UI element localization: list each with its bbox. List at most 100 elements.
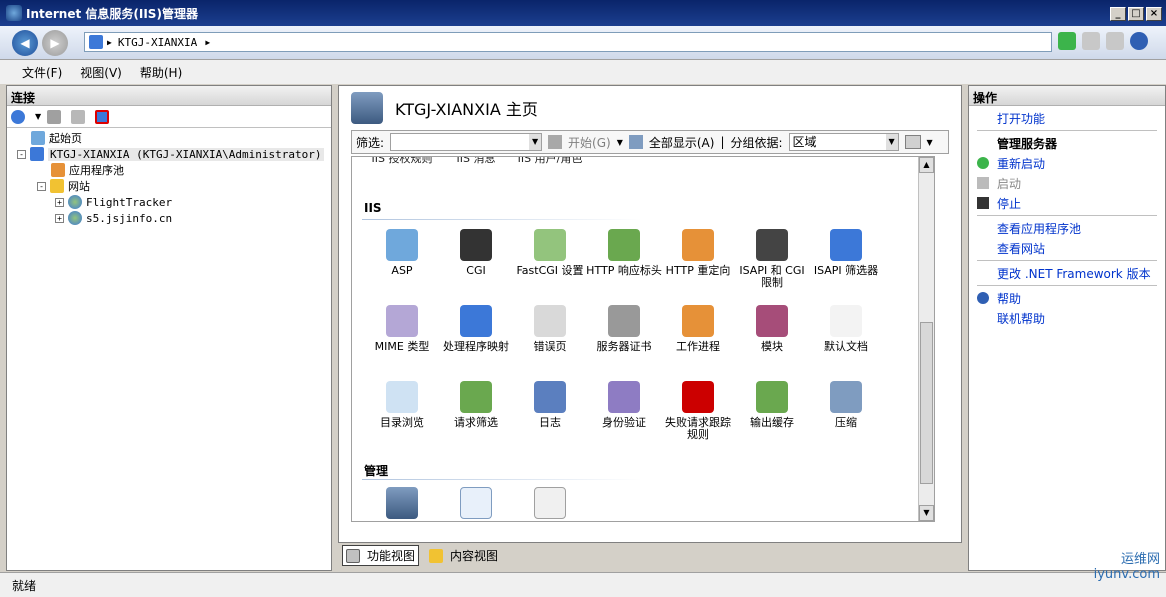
feature-item[interactable]: 目录浏览 bbox=[364, 381, 440, 429]
feature-item[interactable]: 默认文档 bbox=[808, 305, 884, 353]
feature-item-management[interactable] bbox=[438, 487, 514, 521]
connections-tree: 起始页 - KTGJ-XIANXIA (KTGJ-XIANXIA\Adminis… bbox=[7, 128, 331, 228]
tree-label: KTGJ-XIANXIA (KTGJ-XIANXIA\Administrator… bbox=[48, 147, 324, 161]
menu-file[interactable]: 文件(F) bbox=[22, 64, 62, 81]
feature-item[interactable]: 日志 bbox=[512, 381, 588, 429]
feature-item[interactable]: 工作进程 bbox=[660, 305, 736, 353]
tree-item-server[interactable]: - KTGJ-XIANXIA (KTGJ-XIANXIA\Administrat… bbox=[7, 146, 331, 162]
feature-item[interactable]: 身份验证 bbox=[586, 381, 662, 429]
close-button[interactable]: × bbox=[1146, 7, 1162, 21]
action-link[interactable]: 查看网站 bbox=[969, 238, 1165, 258]
connect-icon[interactable] bbox=[11, 109, 25, 124]
expand-icon[interactable]: + bbox=[55, 213, 64, 223]
tab-content-view[interactable]: 内容视图 bbox=[425, 545, 502, 566]
minimize-button[interactable]: _ bbox=[1110, 7, 1126, 21]
status-text: 就绪 bbox=[12, 579, 37, 593]
address-bar[interactable]: ▶ KTGJ-XIANXIA ▶ bbox=[84, 32, 1052, 52]
menu-view[interactable]: 视图(V) bbox=[80, 64, 122, 81]
feature-label: 目录浏览 bbox=[380, 416, 424, 429]
filter-input[interactable]: ▼ bbox=[390, 133, 543, 151]
action-link[interactable]: 打开功能 bbox=[969, 108, 1165, 128]
start-filter-button[interactable]: 开始(G) bbox=[568, 134, 611, 151]
feature-item-partial[interactable]: IIS 用户/角色 bbox=[512, 157, 588, 165]
feature-icon bbox=[386, 229, 418, 261]
save-icon[interactable] bbox=[47, 109, 62, 124]
actions-separator bbox=[977, 130, 1157, 131]
feature-item[interactable]: ISAPI 和 CGI 限制 bbox=[734, 229, 810, 289]
show-all-icon[interactable] bbox=[628, 135, 643, 149]
maximize-button[interactable]: □ bbox=[1128, 7, 1144, 21]
feature-item[interactable]: CGI bbox=[438, 229, 514, 277]
action-link[interactable]: 停止 bbox=[969, 193, 1165, 213]
feature-item[interactable]: MIME 类型 bbox=[364, 305, 440, 353]
tree-item-start-page[interactable]: 起始页 bbox=[7, 130, 331, 146]
action-link[interactable]: 启动 bbox=[969, 173, 1165, 193]
help-menu-icon[interactable] bbox=[1130, 32, 1148, 50]
tree-label: 网站 bbox=[68, 180, 90, 193]
action-link[interactable]: 更改 .NET Framework 版本 bbox=[969, 263, 1165, 283]
dropdown-arrow-icon[interactable]: ▼ bbox=[927, 138, 933, 147]
feature-item[interactable]: HTTP 重定向 bbox=[660, 229, 736, 277]
feature-item[interactable]: ASP bbox=[364, 229, 440, 277]
scroll-thumb[interactable] bbox=[920, 322, 933, 484]
go-icon[interactable] bbox=[548, 135, 563, 149]
section-management-title: 管理 bbox=[364, 464, 389, 478]
show-all-button[interactable]: 全部显示(A) bbox=[649, 134, 715, 151]
action-link[interactable]: 重新启动 bbox=[969, 153, 1165, 173]
forward-button[interactable]: ▶ bbox=[42, 30, 68, 56]
stop-nav-icon[interactable] bbox=[1082, 32, 1100, 50]
expand-icon[interactable]: + bbox=[55, 197, 64, 207]
feature-item[interactable]: 错误页 bbox=[512, 305, 588, 353]
feature-item[interactable]: 请求筛选 bbox=[438, 381, 514, 429]
tab-features-view[interactable]: 功能视图 bbox=[342, 545, 420, 566]
filter-label: 筛选: bbox=[356, 135, 385, 150]
feature-label: ISAPI 和 CGI 限制 bbox=[739, 264, 805, 289]
feature-item[interactable]: FastCGI 设置 bbox=[512, 229, 588, 277]
tree-item-sites[interactable]: - 网站 bbox=[7, 178, 331, 194]
tree-item-app-pools[interactable]: 应用程序池 bbox=[7, 162, 331, 178]
feature-item[interactable]: 输出缓存 bbox=[734, 381, 810, 429]
feature-item-management[interactable] bbox=[364, 487, 440, 521]
groupby-select[interactable]: 区域 ▼ bbox=[788, 133, 899, 151]
address-segment[interactable]: KTGJ-XIANXIA bbox=[118, 36, 197, 49]
vertical-scrollbar[interactable]: ▲ ▼ bbox=[918, 157, 934, 521]
dropdown-arrow-icon[interactable]: ▼ bbox=[529, 134, 542, 150]
action-link[interactable]: 查看应用程序池 bbox=[969, 218, 1165, 238]
collapse-icon[interactable]: - bbox=[37, 181, 46, 191]
scroll-down-icon[interactable]: ▼ bbox=[919, 505, 934, 521]
address-segment-chevron-icon[interactable]: ▶ bbox=[205, 38, 210, 47]
scroll-up-icon[interactable]: ▲ bbox=[919, 157, 934, 173]
feature-item[interactable]: ISAPI 筛选器 bbox=[808, 229, 884, 277]
action-link[interactable]: 联机帮助 bbox=[969, 308, 1165, 328]
disconnect-icon[interactable] bbox=[95, 109, 110, 124]
content-view-icon bbox=[429, 548, 444, 563]
feature-item[interactable]: 失败请求跟踪规则 bbox=[660, 381, 736, 441]
refresh-icon[interactable] bbox=[1058, 32, 1076, 50]
up-icon[interactable] bbox=[71, 109, 86, 124]
feature-item[interactable]: 服务器证书 bbox=[586, 305, 662, 353]
dropdown-arrow-icon[interactable]: ▼ bbox=[617, 138, 623, 147]
action-label: 停止 bbox=[997, 196, 1022, 211]
feature-item-management[interactable] bbox=[512, 487, 588, 521]
dropdown-arrow-icon[interactable]: ▼ bbox=[885, 134, 898, 150]
feature-item-partial[interactable]: IIS 消息 bbox=[438, 157, 514, 165]
tree-item-site[interactable]: + FlightTracker bbox=[7, 194, 331, 210]
feature-item[interactable]: HTTP 响应标头 bbox=[586, 229, 662, 277]
back-button[interactable]: ◀ bbox=[12, 30, 38, 56]
home-icon[interactable] bbox=[1106, 32, 1124, 50]
feature-label: CGI bbox=[466, 264, 486, 277]
feature-item-partial[interactable]: IIS 授权规则 bbox=[364, 157, 440, 165]
stop-icon bbox=[977, 197, 989, 209]
dropdown-arrow-icon[interactable]: ▼ bbox=[35, 112, 41, 121]
action-link[interactable]: 帮助 bbox=[969, 288, 1165, 308]
feature-item[interactable]: 压缩 bbox=[808, 381, 884, 429]
tree-item-site[interactable]: + s5.jsjinfo.cn bbox=[7, 210, 331, 226]
feature-item[interactable]: 处理程序映射 bbox=[438, 305, 514, 353]
collapse-icon[interactable]: - bbox=[17, 149, 26, 159]
menu-help[interactable]: 帮助(H) bbox=[140, 64, 182, 81]
connections-title: 连接 bbox=[7, 86, 331, 106]
feature-item[interactable]: 模块 bbox=[734, 305, 810, 353]
server-large-icon bbox=[351, 92, 383, 124]
view-mode-icon[interactable] bbox=[904, 135, 921, 149]
action-label: 打开功能 bbox=[997, 111, 1046, 126]
